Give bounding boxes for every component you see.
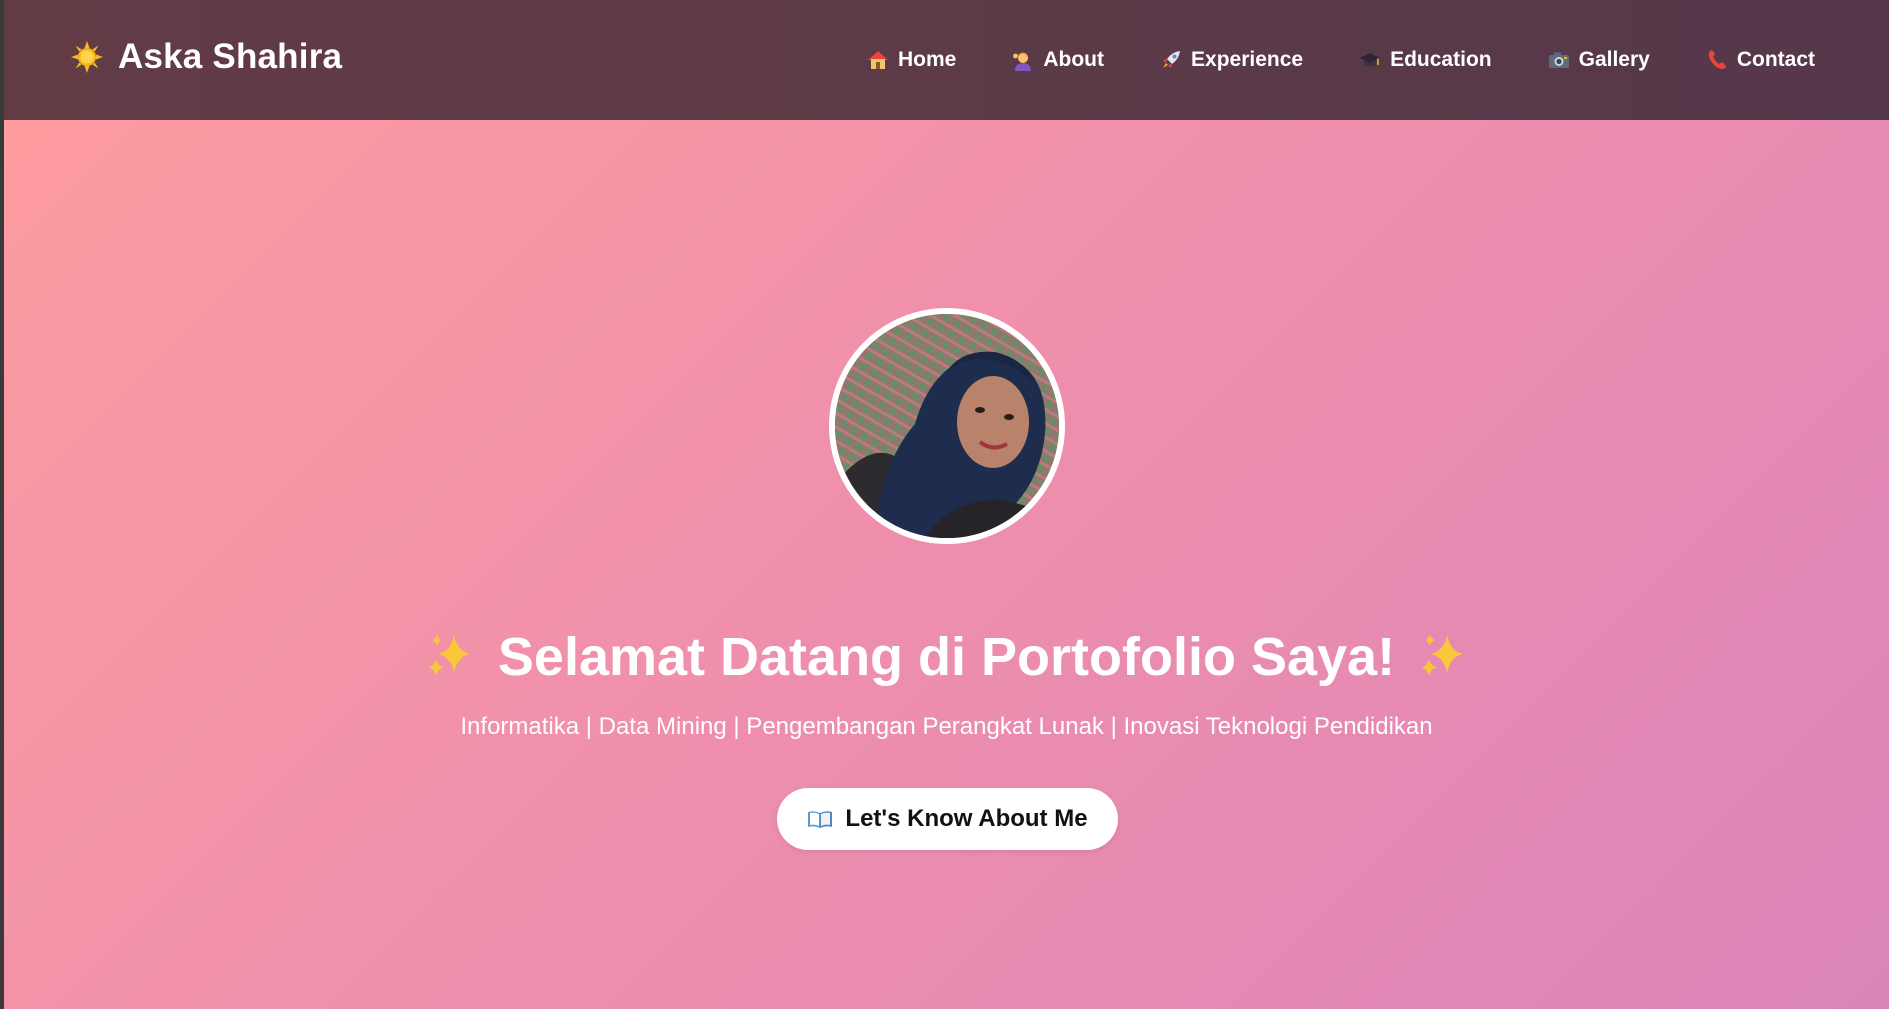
sun-icon xyxy=(71,41,103,73)
portfolio-page: Aska Shahira Home About Experience Educa… xyxy=(4,0,1889,1009)
brand-name: Aska Shahira xyxy=(118,37,343,76)
hero-section: Selamat Datang di Portofolio Saya! Infor… xyxy=(4,120,1889,1009)
person-waving-icon xyxy=(1013,52,1032,71)
graduation-cap-icon xyxy=(1360,53,1381,67)
sparkle-icon xyxy=(427,634,470,676)
nav-item-education[interactable]: Education xyxy=(1359,48,1492,72)
nav-label-education: Education xyxy=(1390,48,1492,71)
top-navbar: Aska Shahira Home About Experience Educa… xyxy=(4,0,1889,120)
nav-links: Home About Experience Education Gallery … xyxy=(811,0,1815,120)
profile-photo xyxy=(829,308,1065,544)
browser-viewport: Aska Shahira Home About Experience Educa… xyxy=(0,0,1889,1009)
profile-photo-illustration xyxy=(835,314,1059,538)
nav-label-home: Home xyxy=(898,48,957,71)
cta-label: Let's Know About Me xyxy=(845,805,1088,832)
nav-item-contact[interactable]: Contact xyxy=(1706,48,1815,72)
nav-item-gallery[interactable]: Gallery xyxy=(1548,48,1650,72)
phone-icon xyxy=(1708,50,1726,69)
nav-label-gallery: Gallery xyxy=(1578,48,1650,71)
house-icon xyxy=(868,51,888,69)
hero-subtitle: Informatika | Data Mining | Pengembangan… xyxy=(460,713,1433,740)
hero-headline-text: Selamat Datang di Portofolio Saya! xyxy=(497,627,1396,687)
sparkle-icon xyxy=(1421,634,1464,676)
rocket-icon xyxy=(1163,51,1181,68)
nav-label-contact: Contact xyxy=(1736,48,1815,71)
nav-label-experience: Experience xyxy=(1191,48,1304,71)
hero-headline: Selamat Datang di Portofolio Saya! xyxy=(4,626,1889,688)
nav-item-experience[interactable]: Experience xyxy=(1160,48,1303,72)
nav-item-home[interactable]: Home xyxy=(867,48,956,72)
open-book-icon xyxy=(808,811,833,828)
know-about-me-button[interactable]: Let's Know About Me xyxy=(777,788,1118,850)
nav-item-about[interactable]: About xyxy=(1012,48,1104,72)
nav-label-about: About xyxy=(1043,48,1105,71)
camera-icon xyxy=(1548,52,1569,68)
brand-logo[interactable]: Aska Shahira xyxy=(70,37,342,77)
